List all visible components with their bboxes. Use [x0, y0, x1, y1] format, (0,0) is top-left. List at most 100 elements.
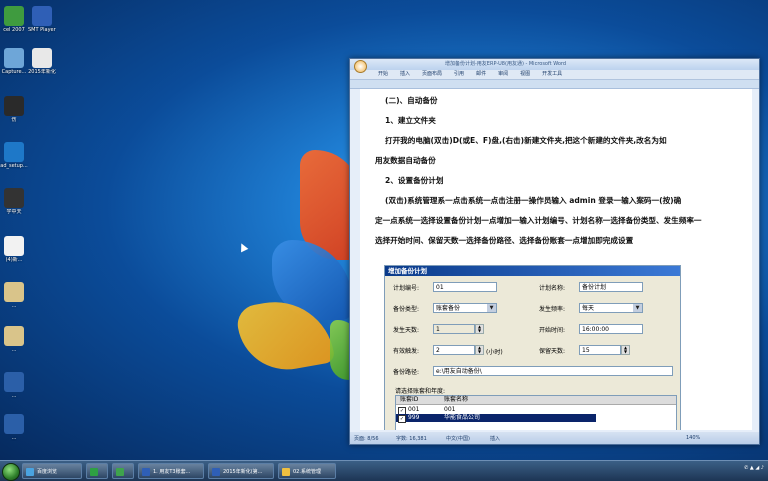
app-icon	[32, 48, 52, 68]
taskbar-button[interactable]: 2015年新化(第...	[208, 463, 274, 479]
title-bar[interactable]: 增加备份计划-用友ERP-U8(用友通) - Microsoft Word	[350, 59, 759, 73]
plan-no-input[interactable]: 01	[433, 282, 497, 292]
taskbar-button-label: 2015年新化(第...	[223, 469, 263, 475]
chevron-down-icon[interactable]: ▼	[487, 304, 496, 312]
valid-input[interactable]: 2	[433, 345, 475, 355]
taskbar-button[interactable]: 百度浏览	[22, 463, 82, 479]
desktop-icon[interactable]: ...	[0, 282, 28, 309]
plan-name-input[interactable]: 备份计划	[579, 282, 643, 292]
days-input[interactable]: 1	[433, 324, 475, 334]
desktop-icon[interactable]: ...	[0, 372, 28, 399]
grid-header: 账套ID 账套名称	[396, 396, 676, 405]
app-icon	[4, 414, 24, 434]
taskbar-button-label: 1. 用友T3账套...	[153, 469, 191, 475]
desktop-icon-label: 学中天	[6, 209, 22, 215]
status-words: 字数: 16,381	[396, 436, 427, 442]
taskbar-button[interactable]: 02.系统管理	[278, 463, 336, 479]
app-icon	[142, 468, 150, 476]
desktop-icon[interactable]: cel 2007	[0, 6, 28, 33]
document-page[interactable]: (二)、自动备份 1、建立文件夹 打开我的电脑(双击)D(或E、F)盘,(右击)…	[360, 89, 752, 430]
desktop-icon-label: SMT Player 3.0	[28, 27, 56, 33]
app-icon	[4, 48, 24, 68]
keep-label: 保留天数:	[539, 348, 566, 355]
desktop-icon[interactable]: ...	[0, 414, 28, 441]
doc-step2-text-c: 选择开始时间、保留天数一选择备份路径、选择备份账套一点增加即完成设置	[375, 236, 634, 245]
status-page: 页面: 8/56	[354, 436, 379, 442]
freq-select[interactable]: 每天 ▼	[579, 303, 643, 313]
valid-spinner-icon[interactable]: ▲ ▼	[475, 345, 484, 355]
start-button-icon[interactable]	[2, 463, 20, 481]
doc-heading: (二)、自动备份	[385, 96, 438, 105]
desktop-icon[interactable]: ...	[0, 326, 28, 353]
taskbar: 百度浏览 1. 用友T3账套... 2015年新化(第... 02.系统管理 ✆ ▲ …	[0, 460, 768, 481]
desktop-icon-label: (4)新...	[5, 257, 23, 263]
desktop-icon-label: 2015年新化	[28, 69, 56, 75]
desktop-icon-label: ...	[11, 347, 17, 353]
status-bar: 页面: 8/56 字数: 16,381 中文(中国) 插入 140%	[350, 432, 759, 444]
desktop-icon[interactable]: Capture...	[0, 48, 28, 75]
status-mode: 插入	[490, 436, 501, 442]
desktop-icon-label: ad_setup...	[0, 163, 28, 169]
doc-step1-text-a: 打开我的电脑(双击)D(或E、F)盘,(右击)新建文件夹,把这个新建的文件夹,改…	[385, 136, 667, 145]
app-icon	[4, 326, 24, 346]
desktop-icon-label: Capture...	[1, 69, 27, 75]
start-time-input[interactable]: 16:00:00	[579, 324, 643, 334]
path-input[interactable]: e:\用友自动备份\	[433, 366, 673, 376]
keep-spinner-icon[interactable]: ▲ ▼	[621, 345, 630, 355]
plan-name-label: 计划名称:	[539, 285, 566, 292]
start-label: 开始时间:	[539, 327, 566, 334]
app-icon	[4, 6, 24, 26]
backup-plan-dialog: 增加备份计划 计划编号: 01 计划名称: 备份计划 备份类型: 账套备份 ▼ …	[384, 265, 681, 430]
type-label: 备份类型:	[393, 306, 420, 313]
doc-step2-text-a: (双击)系统管理系一点击系统一点击注册一操作员输入 admin 登录一输入案码一…	[385, 196, 682, 205]
app-icon	[26, 468, 34, 476]
ribbon-strip	[350, 80, 759, 89]
ribbon-tab[interactable]: 开始	[378, 70, 388, 79]
app-icon	[212, 468, 220, 476]
office-button-icon[interactable]	[354, 60, 367, 73]
desktop-icon[interactable]: SMT Player 3.0	[28, 6, 56, 33]
taskbar-button[interactable]: 1. 用友T3账套...	[138, 463, 204, 479]
ribbon-tab[interactable]: 视图	[520, 70, 530, 79]
keep-input[interactable]: 15	[579, 345, 621, 355]
system-tray[interactable]: ✆ ▲ ◢ ♪	[744, 465, 764, 471]
cell-account-id: 999	[408, 414, 420, 421]
valid-label: 有效触发:	[393, 348, 420, 355]
desktop-icon[interactable]: 伤	[0, 96, 28, 123]
app-icon	[90, 468, 98, 476]
desktop-icon[interactable]: ad_setup...	[0, 142, 28, 169]
ribbon-tab[interactable]: 插入	[400, 70, 410, 79]
ribbon-tab[interactable]: 页面布局	[422, 70, 442, 79]
valid-unit: (小时)	[486, 349, 503, 356]
doc-step2-text-b: 定一点系统一选择设置备份计划一点增加一输入计划编号、计划名称一选择备份类型、发生…	[375, 216, 702, 225]
days-spinner-icon[interactable]: ▲ ▼	[475, 324, 484, 334]
ribbon-tab[interactable]: 开发工具	[542, 70, 562, 79]
app-icon	[32, 6, 52, 26]
app-icon	[4, 188, 24, 208]
taskbar-button[interactable]	[112, 463, 134, 479]
desktop-icon[interactable]: (4)新...	[0, 236, 28, 263]
dialog-title: 增加备份计划	[385, 266, 680, 276]
days-label: 发生天数:	[393, 327, 420, 334]
table-row[interactable]: ✓ 999 华能食品公司	[396, 414, 596, 423]
ribbon-tabs: 开始 插入 页面布局 引用 邮件 审阅 视图 开发工具	[350, 70, 759, 80]
type-select[interactable]: 账套备份 ▼	[433, 303, 497, 313]
taskbar-button[interactable]	[86, 463, 108, 479]
status-zoom: 140%	[686, 435, 701, 441]
desktop-icon-label: ...	[11, 303, 17, 309]
ribbon-tab[interactable]: 邮件	[476, 70, 486, 79]
app-icon	[116, 468, 124, 476]
ribbon-tab[interactable]: 审阅	[498, 70, 508, 79]
desktop-icon[interactable]: 学中天	[0, 188, 28, 215]
ribbon-tab[interactable]: 引用	[454, 70, 464, 79]
taskbar-button-label: 百度浏览	[37, 469, 58, 475]
mouse-cursor-icon	[237, 241, 249, 253]
checkbox-icon[interactable]: ✓	[398, 415, 406, 423]
table-row[interactable]: ✓ 001 001	[396, 406, 676, 415]
select-label: 请选择账套和年度:	[395, 388, 446, 395]
desktop-icon-label: cel 2007	[3, 27, 25, 33]
word-window: 增加备份计划-用友ERP-U8(用友通) - Microsoft Word 开始…	[349, 58, 760, 445]
chevron-down-icon[interactable]: ▼	[633, 304, 642, 312]
window-title: 增加备份计划-用友ERP-U8(用友通) - Microsoft Word	[445, 61, 567, 67]
desktop-icon[interactable]: 2015年新化	[28, 48, 56, 75]
